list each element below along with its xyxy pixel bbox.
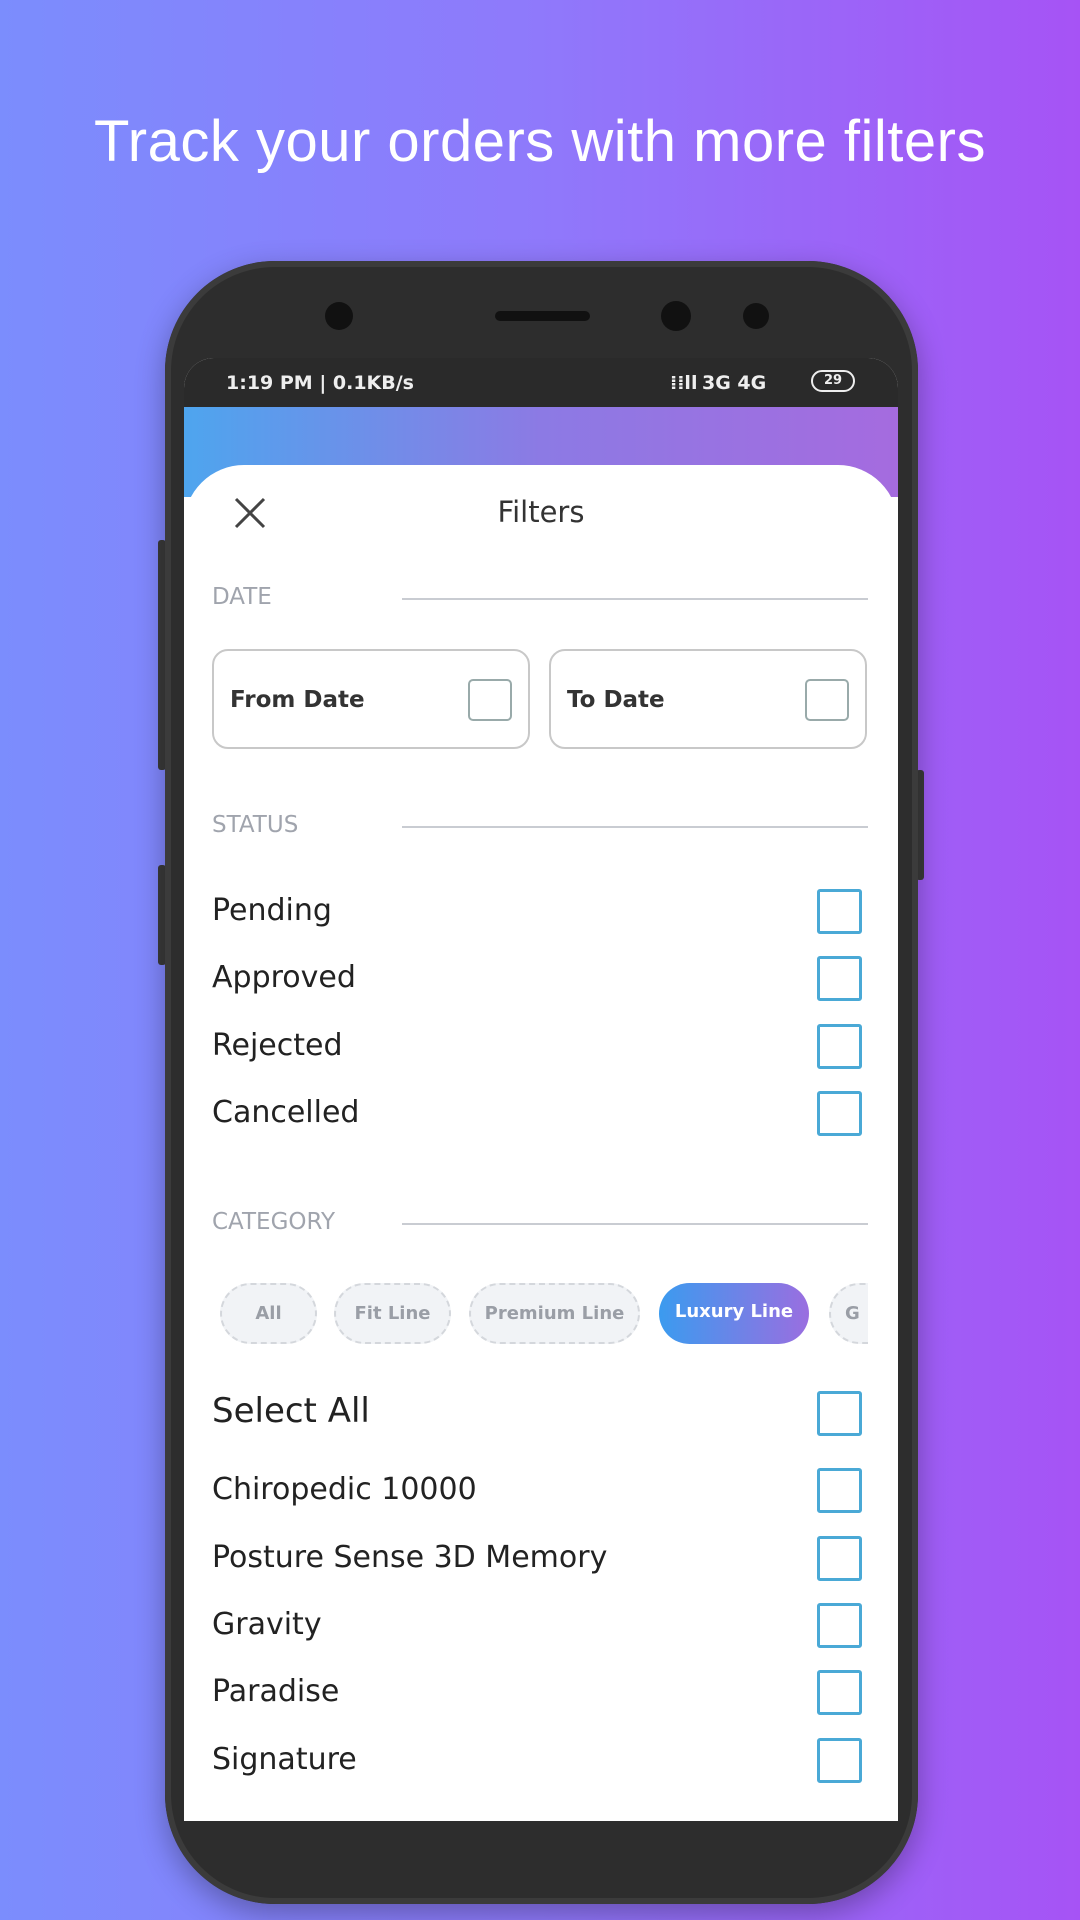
chip-premium-line[interactable]: Premium Line — [469, 1283, 640, 1344]
product-item: Signature — [212, 1742, 357, 1777]
headline: Track your orders with more filters — [93, 109, 986, 174]
chip-more[interactable]: G — [829, 1283, 868, 1344]
product-checkbox[interactable] — [817, 1738, 862, 1783]
status-time: 1:19 PM | 0.1KB/s — [226, 372, 414, 394]
front-camera — [661, 301, 691, 331]
chip-luxury-line[interactable]: Luxury Line — [659, 1283, 809, 1344]
chip-fit-line[interactable]: Fit Line — [334, 1283, 451, 1344]
app-screen: 1:19 PM | 0.1KB/s ⁞⁞ll 3G 4G 29 Filters … — [184, 358, 898, 1821]
network-type: 3G 4G — [702, 372, 767, 394]
select-all-checkbox[interactable] — [817, 1391, 862, 1436]
product-item: Paradise — [212, 1674, 340, 1709]
chip-all[interactable]: All — [220, 1283, 317, 1344]
select-all-label: Select All — [212, 1391, 370, 1431]
product-checkbox[interactable] — [817, 1670, 862, 1715]
product-item: Gravity — [212, 1607, 322, 1642]
product-checkbox[interactable] — [817, 1468, 862, 1513]
sensor — [325, 302, 353, 330]
speaker — [495, 311, 590, 321]
signal-icon: ⁞⁞ll — [670, 372, 698, 394]
sensor — [743, 303, 769, 329]
product-checkbox[interactable] — [817, 1603, 862, 1648]
status-bar: 1:19 PM | 0.1KB/s ⁞⁞ll 3G 4G 29 — [184, 358, 898, 407]
category-chips: All Fit Line Premium Line Luxury Line G — [212, 465, 868, 1365]
product-item: Posture Sense 3D Memory — [212, 1540, 608, 1575]
battery-icon: 29 — [811, 370, 855, 392]
product-item: Chiropedic 10000 — [212, 1472, 477, 1507]
product-checkbox[interactable] — [817, 1536, 862, 1581]
filters-sheet: Filters DATE From Date To Date STATUS Pe… — [184, 465, 898, 1821]
